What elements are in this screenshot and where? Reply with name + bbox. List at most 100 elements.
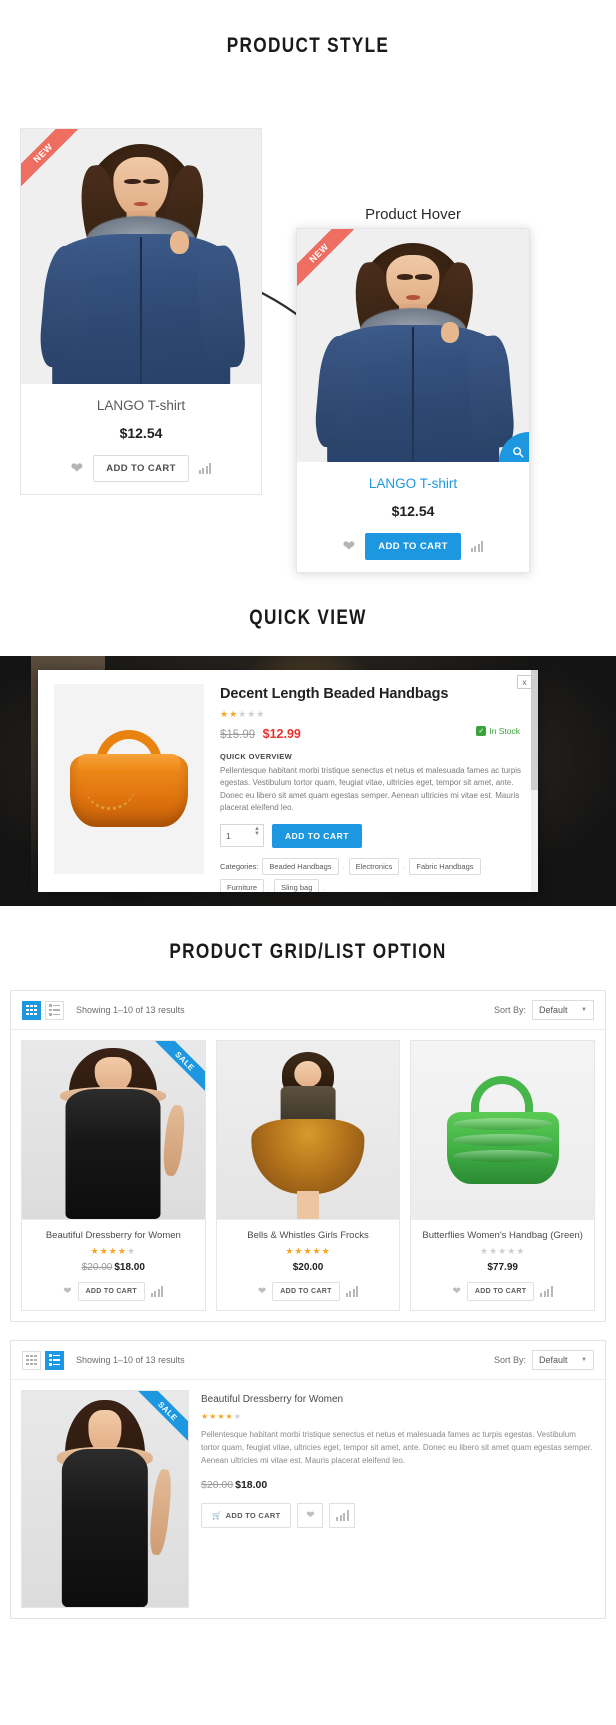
add-to-cart-button[interactable]: ADD TO CART [93,455,189,482]
add-to-cart-button-hovered[interactable]: ADD TO CART [365,533,461,560]
quantity-stepper[interactable]: 1 ▲ ▼ [220,824,264,848]
sale-badge-ribbon: SALE [143,1041,205,1103]
category-chip[interactable]: Electronics [348,857,400,875]
product-image-wrap[interactable]: NEW [21,129,261,384]
wishlist-heart-icon[interactable]: ❤ [71,461,84,476]
stock-label: In Stock [489,726,520,736]
category-chip[interactable]: Beaded Handbags [262,857,339,875]
grid-product-rating: ★★★★★ [480,1246,526,1256]
add-to-cart-button[interactable]: 🛒 ADD TO CART [201,1503,292,1529]
wishlist-heart-icon-hovered[interactable]: ❤ [343,539,356,554]
grid-price-old: $20.00 [81,1262,113,1273]
grid-product-name[interactable]: Bells & Whistles Girls Frocks [223,1230,394,1241]
chevron-down-icon: ▼ [581,1007,587,1013]
category-chip[interactable]: Furniture [220,878,265,892]
modal-scrollbar[interactable] [531,670,538,892]
compare-bars-icon[interactable] [198,463,212,474]
product-grid: SALE Beautiful Dressberry for Women ★★★★… [11,1030,605,1321]
wishlist-heart-icon[interactable]: ❤ [63,1286,71,1297]
list-view-toggle[interactable] [45,1000,64,1020]
quick-view-backdrop: x Decent Length Beaded Handbags ★★★★★ $1… [0,656,616,906]
grid-product-card[interactable]: SALE Beautiful Dressberry for Women ★★★★… [21,1040,206,1311]
category-chip[interactable]: Sling bag [274,878,320,892]
wishlist-heart-icon[interactable]: ❤ [258,1286,266,1297]
product-title-hovered[interactable]: LANGO T-shirt [307,476,519,491]
section-quick-view: QUICK VIEW x Decent Length Beaded Handba… [0,578,616,906]
product-thumbnail[interactable] [54,684,204,874]
product-info-hovered: LANGO T-shirt $12.54 ❤ ADD TO CART [297,462,529,572]
compare-bars-icon-hovered[interactable] [470,541,484,552]
product-actions: ❤ ADD TO CART [31,455,251,482]
list-product-actions: 🛒 ADD TO CART ❤ [201,1503,595,1529]
product-description: Pellentesque habitant morbi tristique se… [220,766,522,813]
compare-button[interactable] [329,1503,356,1529]
list-toolbar: Showing 1–10 of 13 results Sort By: Defa… [11,1341,605,1380]
grid-product-name[interactable]: Beautiful Dressberry for Women [28,1230,199,1241]
product-card[interactable]: NEW LANGO T-shirt $12.54 ❤ ADD TO CART [20,128,262,495]
add-to-cart-button[interactable]: ADD TO CART [77,1282,145,1301]
modal-buy-row: 1 ▲ ▼ ADD TO CART [220,823,522,848]
grid-product-info: Beautiful Dressberry for Women ★★★★★ $20… [22,1219,205,1310]
list-product-price: $20.00 $18.00 [201,1479,595,1491]
compare-bars-icon[interactable] [345,1286,359,1297]
category-chip[interactable]: Fabric Handbags [409,857,481,875]
price-old: $15.99 [220,729,256,741]
product-title[interactable]: LANGO T-shirt [31,398,251,413]
list-icon [49,1004,60,1016]
list-product-name[interactable]: Beautiful Dressberry for Women [201,1394,595,1405]
grid-view-panel: Showing 1–10 of 13 results Sort By: Defa… [10,990,606,1322]
wishlist-heart-icon[interactable]: ❤ [453,1286,461,1297]
sort-selected-value: Default [539,1355,568,1365]
modal-add-to-cart-button[interactable]: ADD TO CART [272,823,362,848]
grid-view-toggle[interactable] [22,1350,41,1370]
add-to-cart-button[interactable]: ADD TO CART [272,1282,340,1301]
product-price: $12.54 [119,425,163,441]
page-root: PRODUCT STYLE NEW LANGO T-shirt $12.54 ❤… [0,0,616,1667]
compare-bars-icon[interactable] [540,1286,553,1297]
list-product-details: Beautiful Dressberry for Women ★★★★★ Pel… [201,1390,595,1608]
new-badge-ribbon-hovered: NEW [297,229,369,301]
add-to-cart-button[interactable]: ADD TO CART [466,1282,535,1301]
list-product-image[interactable]: SALE [21,1390,189,1608]
product-style-stage: NEW LANGO T-shirt $12.54 ❤ ADD TO CART P… [0,88,616,578]
grid-product-card[interactable]: Butterflies Women's Handbag (Green) ★★★★… [410,1040,596,1311]
stepper-arrows-icon[interactable]: ▲ ▼ [254,826,260,837]
handbag-photo [70,729,188,827]
quick-view-modal: x Decent Length Beaded Handbags ★★★★★ $1… [38,670,538,892]
grid-product-rating: ★★★★★ [285,1246,331,1256]
add-to-cart-label: ADD TO CART [225,1511,281,1521]
compare-bars-icon[interactable] [150,1286,164,1297]
grid-product-image[interactable] [216,1041,400,1219]
new-badge-label-hovered: NEW [297,229,362,296]
separator-dot: . [403,861,406,871]
grid-product-card[interactable]: Bells & Whistles Girls Frocks ★★★★★ $20.… [215,1040,401,1311]
product-price-hovered: $12.54 [391,503,435,519]
grid-product-actions: ❤ ADD TO CART [28,1282,199,1301]
page-title-quick-view: QUICK VIEW [249,606,367,629]
list-item: SALE Beautiful Dressberry for Women ★★★★… [11,1380,605,1618]
categories-row: Categories: Beaded Handbags . Electronic… [220,857,522,892]
wishlist-button[interactable]: ❤ [297,1503,324,1529]
sort-selected-value: Default [539,1005,568,1015]
grid-product-image[interactable] [411,1041,595,1219]
grid-product-name[interactable]: Butterflies Women's Handbag (Green) [417,1230,588,1241]
grid-product-image[interactable]: SALE [22,1041,205,1219]
sort-label: Sort By: [493,1355,526,1365]
grid-product-price: $20.00 $18.00 [28,1262,199,1273]
sale-badge-ribbon: SALE [126,1391,188,1453]
page-title-product-style: PRODUCT STYLE [226,34,390,57]
grid-product-rating: ★★★★★ [90,1246,137,1256]
sale-badge-label: SALE [145,1041,205,1100]
separator-dot: . [323,882,326,892]
new-badge-label: NEW [21,129,86,196]
close-icon[interactable]: x [517,675,532,689]
page-title-grid-list: PRODUCT GRID/LIST OPTION [169,940,447,963]
list-view-toggle[interactable] [45,1350,64,1370]
sort-select[interactable]: Default ▼ [532,1350,594,1370]
cart-icon: 🛒 [212,1511,222,1521]
categories-label: Categories: [220,861,259,871]
product-card-hovered[interactable]: NEW LANGO T-shirt $12.54 ❤ ADD TO CART [296,228,530,573]
grid-view-toggle[interactable] [22,1000,41,1020]
product-image-wrap-hovered[interactable]: NEW [297,229,529,462]
sort-select[interactable]: Default ▼ [532,1000,594,1020]
